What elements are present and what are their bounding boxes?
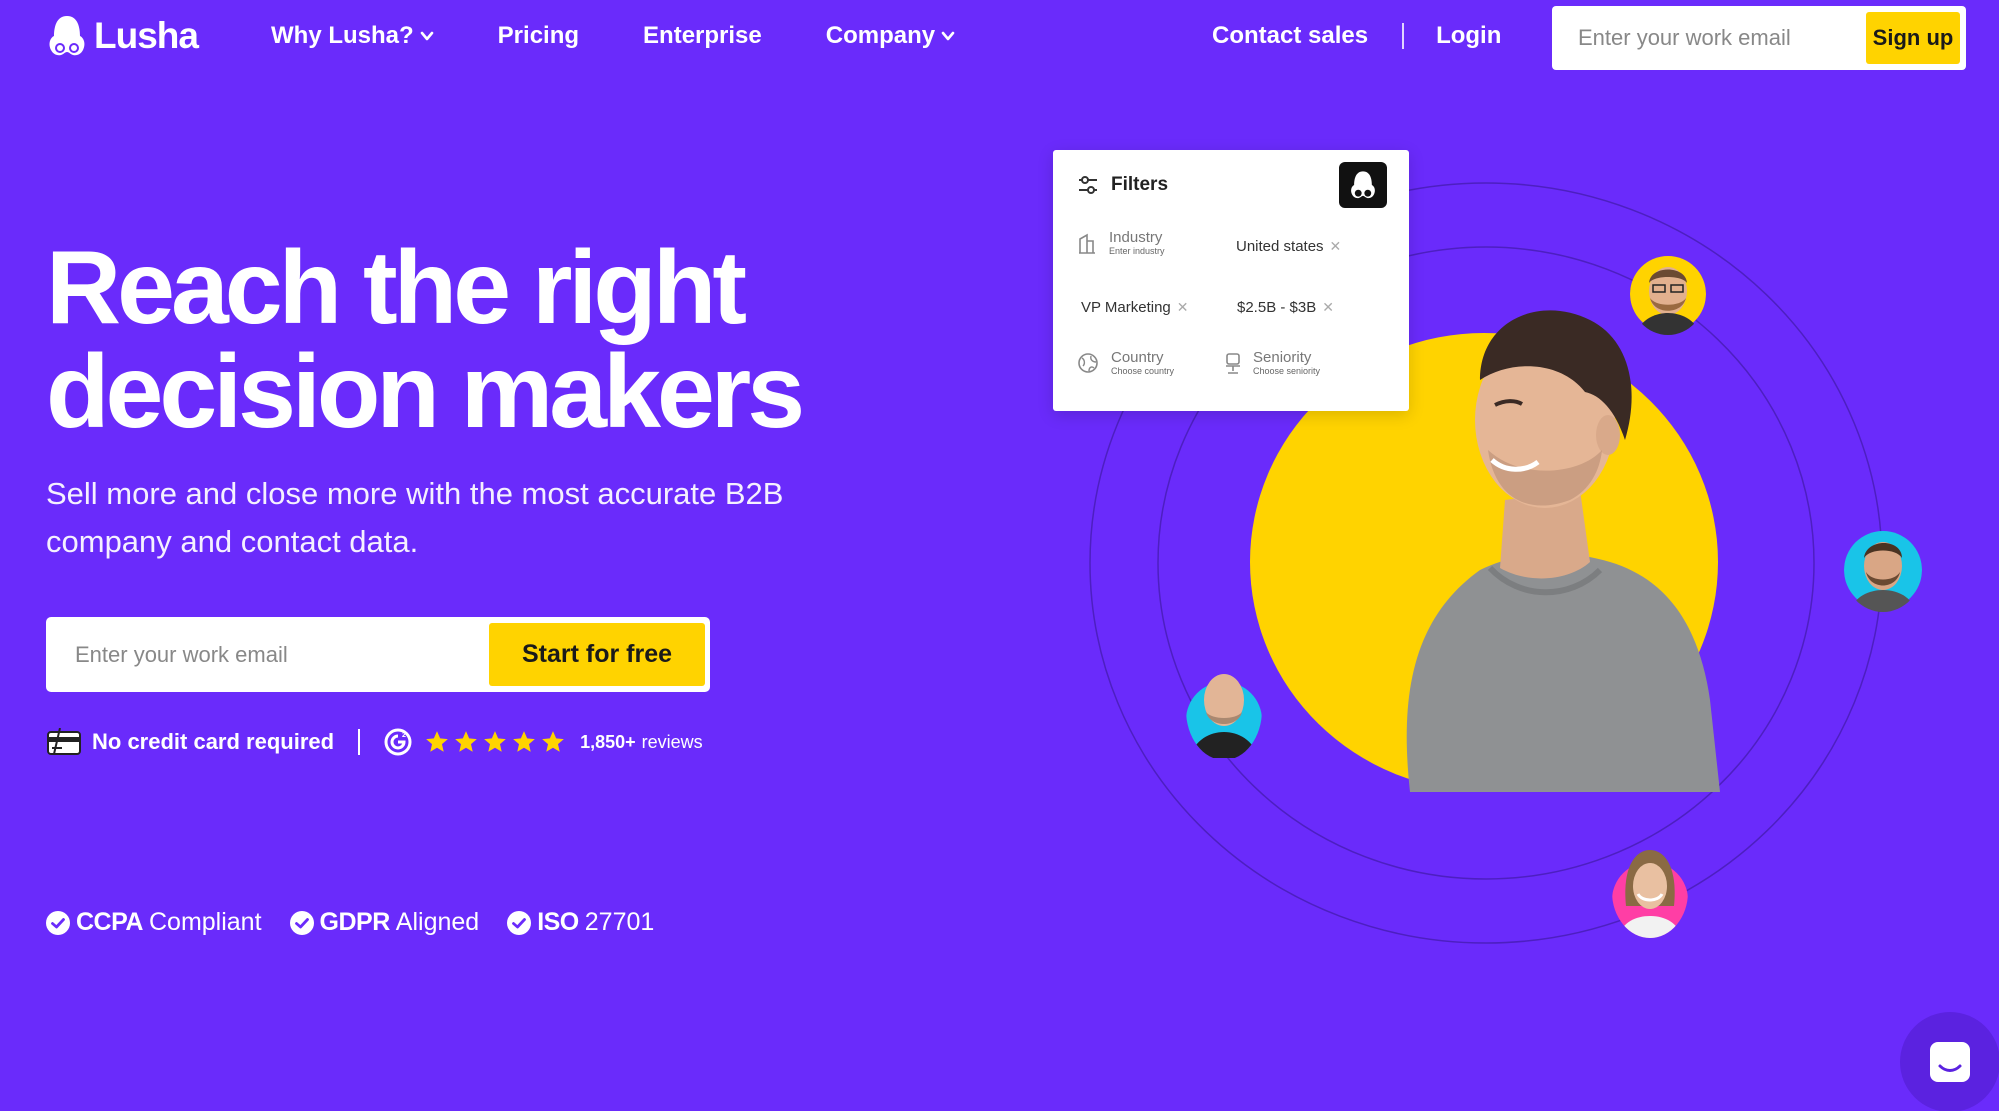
contact-sales-link[interactable]: Contact sales xyxy=(1212,22,1368,50)
close-icon[interactable]: ✕ xyxy=(1322,299,1334,316)
chevron-down-icon xyxy=(941,31,955,41)
nav-signup-form: Sign up xyxy=(1552,6,1966,70)
nav-email-input[interactable] xyxy=(1558,12,1866,64)
star-icon xyxy=(513,731,535,752)
compliance-badges: CCPA Compliant GDPR Aligned ISO 27701 xyxy=(46,908,682,937)
chat-icon xyxy=(1930,1042,1970,1082)
country-label: Country xyxy=(1111,349,1164,366)
lusha-logo-icon xyxy=(49,16,85,56)
chip-location-label: United states xyxy=(1236,238,1324,255)
hero-subtitle-line1: Sell more and close more with the most a… xyxy=(46,476,784,511)
rating-stars xyxy=(424,729,566,755)
signup-button[interactable]: Sign up xyxy=(1866,12,1960,64)
badge-gdpr-light: Aligned xyxy=(395,908,480,936)
close-icon[interactable]: ✕ xyxy=(1177,299,1189,316)
chair-icon xyxy=(1226,353,1240,374)
g2-logo-icon: 2 xyxy=(384,728,412,756)
chip-revenue-label: $2.5B - $3B xyxy=(1237,299,1317,316)
country-field[interactable]: Country Choose country xyxy=(1077,350,1174,376)
badge-iso: ISO 27701 xyxy=(507,908,654,937)
top-nav: Lusha Why Lusha? Pricing Enterprise Comp… xyxy=(0,0,1999,78)
avatar-right xyxy=(1844,528,1922,612)
star-icon xyxy=(542,731,564,752)
avatar-bottom xyxy=(1612,846,1688,938)
credit-card-icon xyxy=(47,728,81,755)
filters-card: Filters Industry Enter industry United s… xyxy=(1053,150,1409,411)
chip-location[interactable]: United states ✕ xyxy=(1236,238,1341,255)
chip-role[interactable]: VP Marketing ✕ xyxy=(1081,299,1189,316)
nav-pricing[interactable]: Pricing xyxy=(498,22,579,50)
check-circle-icon xyxy=(289,910,314,935)
nav-pricing-label: Pricing xyxy=(497,22,580,49)
industry-field[interactable]: Industry Enter industry xyxy=(1077,230,1165,256)
hero-title-line2: decision makers xyxy=(46,334,805,450)
avatar-left xyxy=(1186,660,1262,760)
hero-subtitle: Sell more and close more with the most a… xyxy=(46,470,846,566)
hero-subtitle-line2: company and contact data. xyxy=(46,524,419,559)
filters-title: Filters xyxy=(1111,174,1169,195)
star-icon xyxy=(455,731,477,752)
star-icon xyxy=(484,731,506,752)
badge-ccpa-light: Compliant xyxy=(148,908,262,936)
nav-company-label: Company xyxy=(825,22,936,49)
filters-header: Filters xyxy=(1077,174,1168,196)
hero-title-line1: Reach the right xyxy=(46,230,747,346)
nav-company[interactable]: Company xyxy=(826,22,955,50)
badge-iso-strong: ISO xyxy=(537,908,579,936)
login-link[interactable]: Login xyxy=(1436,22,1501,50)
nav-enterprise-label: Enterprise xyxy=(643,22,762,49)
hero-signup-form: Start for free xyxy=(46,617,710,692)
avatar-top-right xyxy=(1630,253,1706,335)
chip-role-label: VP Marketing xyxy=(1081,299,1171,316)
trust-divider xyxy=(358,729,361,755)
industry-label: Industry xyxy=(1109,229,1163,246)
reviews-label[interactable]: reviews xyxy=(642,732,703,753)
nav-enterprise[interactable]: Enterprise xyxy=(643,22,762,50)
industry-hint: Enter industry xyxy=(1109,246,1165,256)
logo-wordmark: Lusha xyxy=(94,15,199,56)
badge-gdpr: GDPR Aligned xyxy=(289,908,480,937)
hero-title: Reach the right decision makers xyxy=(46,236,866,444)
seniority-hint: Choose seniority xyxy=(1253,366,1321,376)
badge-iso-light: 27701 xyxy=(584,908,655,936)
no-credit-card-text: No credit card required xyxy=(92,729,335,754)
hero-person-image xyxy=(1406,310,1720,792)
nav-links: Why Lusha? Pricing Enterprise Company xyxy=(271,22,1019,50)
reviews-count[interactable]: 1,850+ xyxy=(580,732,636,753)
building-icon xyxy=(1079,233,1095,254)
nav-why-lusha[interactable]: Why Lusha? xyxy=(271,22,434,50)
nav-right: Contact sales Login xyxy=(1212,22,1501,50)
chat-widget-button[interactable] xyxy=(1900,1012,1999,1111)
start-for-free-button[interactable]: Start for free xyxy=(489,623,705,686)
check-circle-icon xyxy=(507,910,532,935)
hero-email-input[interactable] xyxy=(51,622,489,687)
chip-revenue[interactable]: $2.5B - $3B ✕ xyxy=(1237,299,1334,316)
sliders-icon xyxy=(1079,176,1097,194)
globe-icon xyxy=(1078,353,1098,373)
star-icon xyxy=(426,731,448,752)
country-hint: Choose country xyxy=(1111,366,1175,376)
svg-text:2: 2 xyxy=(402,732,406,739)
badge-ccpa-strong: CCPA xyxy=(76,908,143,936)
seniority-field[interactable]: Seniority Choose seniority xyxy=(1223,350,1320,376)
check-circle-icon xyxy=(46,910,70,935)
lusha-logo-icon xyxy=(1339,162,1387,208)
trust-row: No credit card required 2 1,850+ reviews xyxy=(46,724,703,760)
close-icon[interactable]: ✕ xyxy=(1330,238,1342,255)
lusha-logo[interactable]: Lusha xyxy=(48,14,199,58)
badge-ccpa: CCPA Compliant xyxy=(46,908,262,937)
seniority-label: Seniority xyxy=(1253,349,1312,366)
badge-gdpr-strong: GDPR xyxy=(319,908,391,936)
nav-why-lusha-label: Why Lusha? xyxy=(271,22,414,49)
chevron-down-icon xyxy=(420,31,433,41)
nav-divider xyxy=(1402,23,1405,49)
